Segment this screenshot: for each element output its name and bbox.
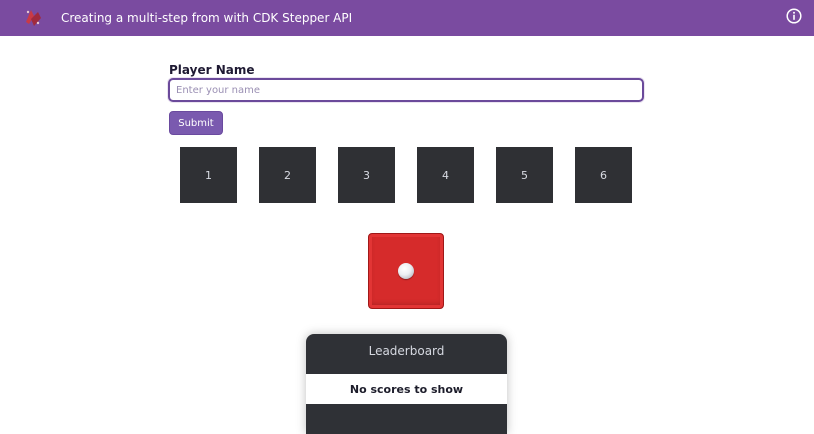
die-pip bbox=[398, 263, 414, 279]
player-name-input[interactable] bbox=[168, 78, 644, 102]
dice-face-button-5[interactable]: 5 bbox=[496, 147, 553, 203]
submit-button[interactable]: Submit bbox=[169, 111, 223, 135]
logo-icon bbox=[22, 7, 44, 29]
dice-face-row: 1 2 3 4 5 6 bbox=[0, 147, 814, 204]
leaderboard-title: Leaderboard bbox=[368, 344, 445, 358]
player-name-label: Player Name bbox=[169, 63, 255, 77]
dice-face-button-6[interactable]: 6 bbox=[575, 147, 632, 203]
dice-face-button-4[interactable]: 4 bbox=[417, 147, 474, 203]
dice-face-button-3[interactable]: 3 bbox=[338, 147, 395, 203]
die[interactable] bbox=[368, 233, 444, 309]
leaderboard-empty-message: No scores to show bbox=[306, 374, 507, 404]
info-icon[interactable] bbox=[786, 8, 802, 24]
leaderboard-panel: Leaderboard No scores to show bbox=[306, 334, 507, 434]
top-bar: Creating a multi-step from with CDK Step… bbox=[0, 0, 814, 36]
dice-face-button-1[interactable]: 1 bbox=[180, 147, 237, 203]
dice-face-button-2[interactable]: 2 bbox=[259, 147, 316, 203]
app-title: Creating a multi-step from with CDK Step… bbox=[61, 11, 353, 25]
